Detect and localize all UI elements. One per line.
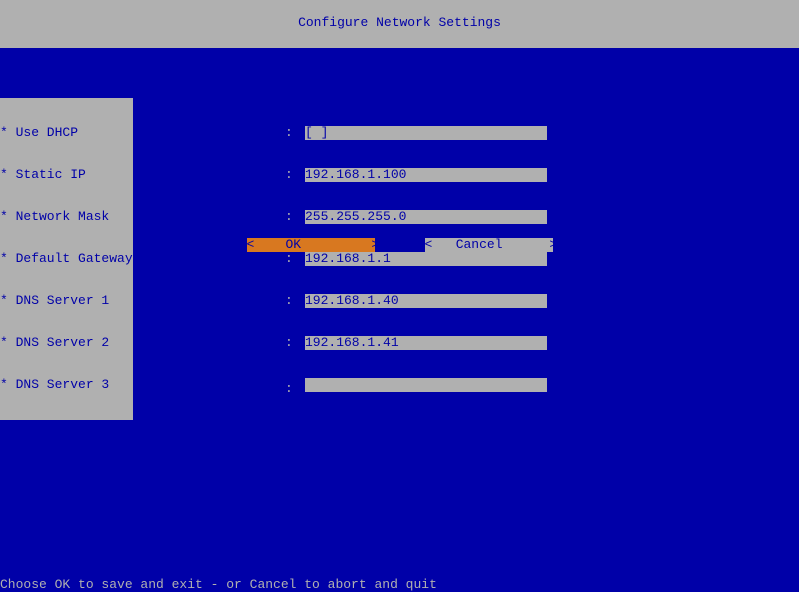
label-dns-server-3: * DNS Server 3: [0, 378, 133, 392]
value-dns-server-1[interactable]: 192.168.1.40: [305, 294, 547, 308]
buttons-row: < OK > < Cancel >: [0, 238, 799, 252]
label-default-gateway: * Default Gateway: [0, 252, 133, 266]
value-row-static-ip: : 192.168.1.100: [285, 168, 545, 182]
value-row-network-mask: : 255.255.255.0: [285, 210, 545, 224]
value-static-ip[interactable]: 192.168.1.100: [305, 168, 547, 182]
value-network-mask[interactable]: 255.255.255.0: [305, 210, 547, 224]
value-row-default-gateway: : 192.168.1.1: [285, 252, 545, 266]
cancel-button[interactable]: < Cancel >: [425, 238, 553, 252]
label-dns-server-1: * DNS Server 1: [0, 294, 133, 308]
ok-button[interactable]: < OK >: [247, 238, 375, 252]
label-static-ip: * Static IP: [0, 168, 133, 182]
value-row-dns-server-2: : 192.168.1.41: [285, 336, 545, 350]
value-dns-server-2[interactable]: 192.168.1.41: [305, 336, 547, 350]
value-row-use-dhcp: : [ ]: [285, 126, 545, 140]
value-row-dns-server-1: : 192.168.1.40: [285, 294, 545, 308]
value-row-dns-server-3: :: [285, 378, 545, 392]
label-dns-server-2: * DNS Server 2: [0, 336, 133, 350]
label-use-dhcp: * Use DHCP: [0, 126, 133, 140]
main-area: * Use DHCP * Static IP * Network Mask * …: [0, 48, 799, 548]
label-network-mask: * Network Mask: [0, 210, 133, 224]
page-title: Configure Network Settings: [298, 15, 501, 30]
title-bar: Configure Network Settings: [0, 0, 799, 48]
field-values: : [ ] : 192.168.1.100 : 255.255.255.0 : …: [285, 98, 545, 420]
value-dns-server-3[interactable]: [305, 378, 547, 392]
value-default-gateway[interactable]: 192.168.1.1: [305, 252, 547, 266]
value-use-dhcp[interactable]: [ ]: [305, 126, 547, 140]
footer-hint: Choose OK to save and exit - or Cancel t…: [0, 578, 799, 592]
field-labels: * Use DHCP * Static IP * Network Mask * …: [0, 98, 133, 420]
